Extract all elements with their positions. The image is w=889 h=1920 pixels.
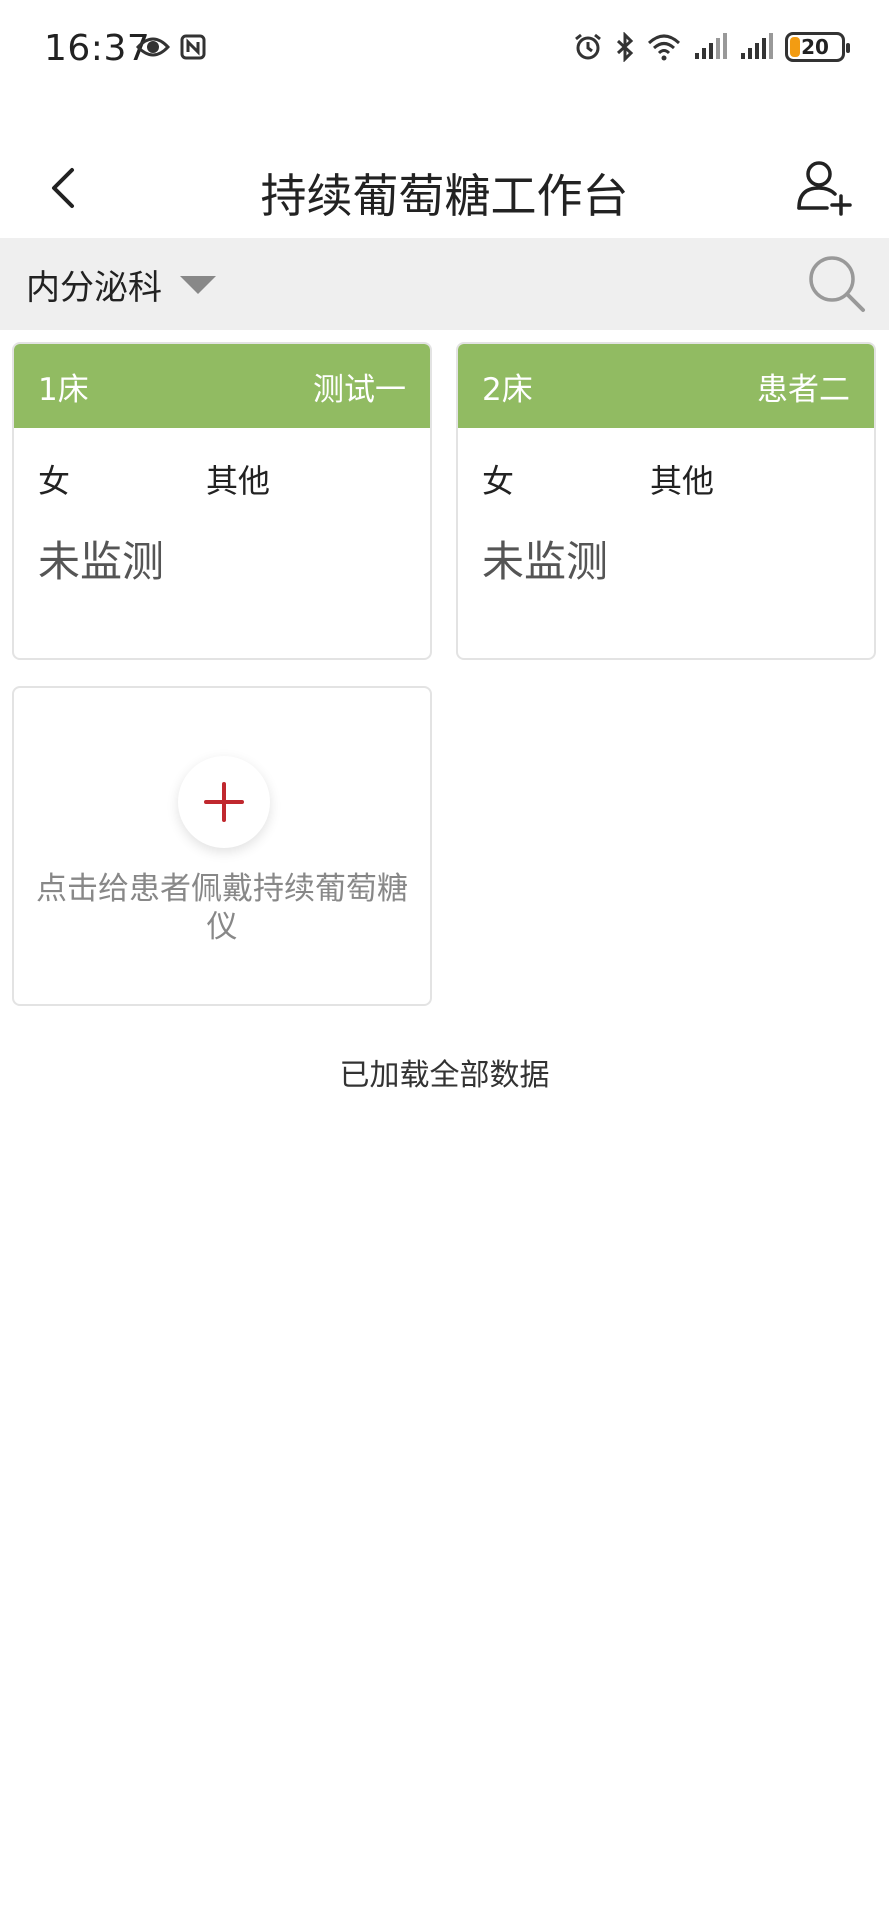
nfc-icon [180,34,206,60]
bed-card-header: 2床 患者二 [458,344,874,428]
status-left-icons [136,34,206,60]
monitor-status: 未监测 [38,537,165,586]
load-complete-message: 已加载全部数据 [339,1058,550,1093]
search-button[interactable] [805,252,869,316]
wifi-icon [647,33,681,61]
filter-bar: 内分泌科 [0,238,889,330]
department-label: 内分泌科 [26,268,162,308]
status-right-icons: 20 [573,32,850,62]
add-button[interactable] [178,756,270,848]
page: 16:37 20 持续葡萄糖工作台 内分泌科 1床 测试一 女 其他 未监测 2… [0,0,889,1920]
battery-level [790,37,800,57]
bed-number: 2床 [482,371,533,408]
patient-type: 其他 [650,462,715,500]
bed-card[interactable]: 1床 测试一 女 其他 未监测 [12,342,432,660]
plus-icon [204,782,244,822]
patient-name: 患者二 [757,371,850,408]
add-user-button[interactable] [793,158,853,218]
bed-card-header: 1床 测试一 [14,344,430,428]
page-title: 持续葡萄糖工作台 [260,169,629,223]
patient-type: 其他 [206,462,271,500]
header: 持续葡萄糖工作台 [0,140,889,238]
signal-icon [739,33,773,61]
bluetooth-icon [615,32,635,62]
department-dropdown[interactable]: 内分泌科 [26,260,216,309]
add-device-text: 点击给患者佩戴持续葡萄糖仪 [36,871,408,945]
patient-gender: 女 [38,462,71,500]
patient-name: 测试一 [313,371,406,408]
signal-icon [693,33,727,61]
battery-percent: 20 [801,35,829,59]
alarm-icon [573,32,603,62]
search-icon [809,256,865,312]
add-device-card[interactable]: 点击给患者佩戴持续葡萄糖仪 [12,686,432,1006]
caret-down-icon [180,275,216,294]
add-user-icon [797,161,852,216]
patient-gender: 女 [482,462,515,500]
status-time: 16:37 [44,28,151,69]
bed-card[interactable]: 2床 患者二 女 其他 未监测 [456,342,876,660]
eye-icon [136,35,170,59]
monitor-status: 未监测 [482,537,609,586]
bed-number: 1床 [38,371,89,408]
status-bar: 16:37 20 [0,0,889,100]
battery-icon: 20 [785,32,850,62]
